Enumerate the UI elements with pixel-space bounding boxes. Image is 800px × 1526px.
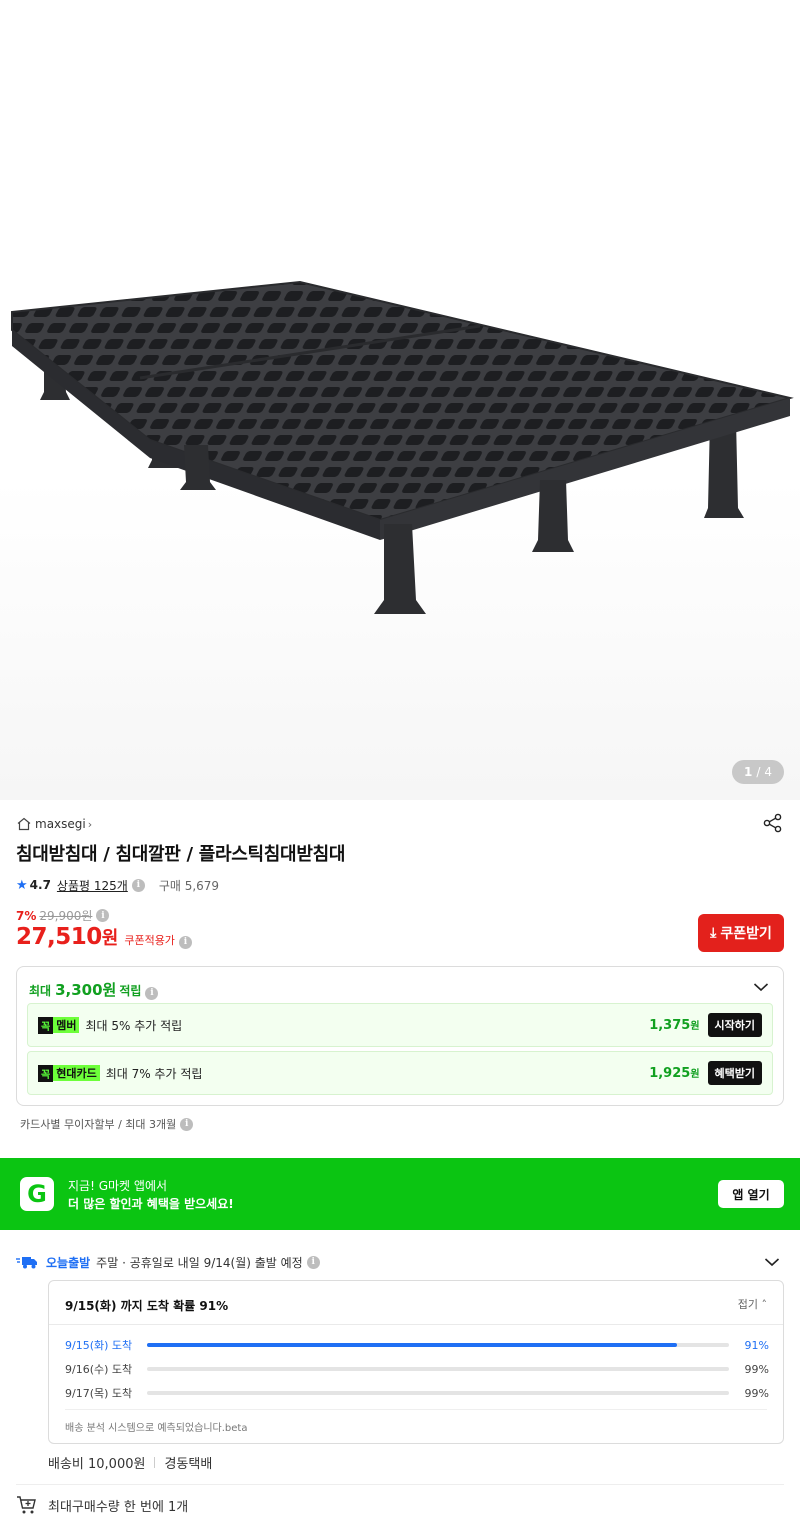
fold-button[interactable]: 접기 ˄ <box>738 1296 767 1312</box>
info-icon[interactable]: i <box>96 909 110 922</box>
reviews-link[interactable]: 상품평 125개 <box>57 877 128 894</box>
chevron-down-icon[interactable] <box>753 981 769 993</box>
points-value-number: 1,925 <box>649 1066 691 1081</box>
prediction-note: 배송 분석 시스템으로 예측되었습니다.beta <box>65 1423 248 1434</box>
arrival-date: 9/17(목) 도착 <box>65 1387 133 1400</box>
final-price: 27,510 <box>16 924 102 950</box>
final-price-unit: 원 <box>101 928 119 949</box>
shipping-fee: 배송비 10,000원 <box>48 1457 146 1472</box>
app-banner-line1: 지금! G마켓 앱에서 <box>68 1179 168 1193</box>
fold-label: 접기 <box>737 1298 758 1311</box>
star-icon: ★ <box>16 877 28 893</box>
info-icon[interactable]: i <box>178 935 192 949</box>
download-icon: ⤓ <box>710 925 717 941</box>
points-desc: 최대 7% 추가 적립 <box>105 1066 203 1081</box>
max-purchase-row: 최대구매수량 한 번에 1개 <box>16 1495 188 1515</box>
installment-info: 카드사별 무이자할부 / 최대 3개월 i <box>20 1116 194 1132</box>
arrival-date: 9/15(화) 도착 <box>65 1339 133 1352</box>
image-counter-separator: / <box>756 765 761 779</box>
app-banner-line2: 더 많은 할인과 혜택을 받으세요! <box>68 1197 234 1211</box>
bed-base-illustration <box>11 280 794 614</box>
divider <box>154 1457 156 1468</box>
image-counter: 1 / 4 <box>732 760 784 784</box>
get-benefit-button[interactable]: 혜택받기 <box>707 1061 762 1085</box>
points-prefix: 최대 <box>29 984 52 998</box>
coupon-price-label: 쿠폰적용가 <box>124 934 175 947</box>
points-value-number: 1,375 <box>649 1018 691 1033</box>
arrival-row: 9/16(수) 도착 99% <box>65 1361 769 1377</box>
cart-icon <box>17 1496 36 1514</box>
badge-prefix: 꼭 <box>38 1016 54 1034</box>
points-value-unit: 원 <box>690 1069 700 1080</box>
arrival-date: 9/16(수) 도착 <box>65 1363 133 1376</box>
arrival-row: 9/17(목) 도착 99% <box>65 1385 769 1401</box>
share-icon[interactable] <box>762 812 784 834</box>
info-icon[interactable]: i <box>145 986 159 1000</box>
shipping-carrier: 경동택배 <box>164 1457 213 1472</box>
arrival-percent: 91% <box>744 1338 769 1352</box>
arrival-row: 9/15(화) 도착 91% <box>65 1337 769 1353</box>
rating-row: ★ 4.7 상품평 125개 i 구매 5,679 <box>16 876 219 894</box>
delivery-header[interactable]: 오늘출발 주말 · 공휴일로 내일 9/14(월) 출발 예정 i <box>16 1252 784 1272</box>
arrival-probability-box: 9/15(화) 까지 도착 확률 91% 접기 ˄ 9/15(화) 도착 91%… <box>48 1280 784 1444</box>
ship-schedule: 주말 · 공휴일로 내일 9/14(월) 출발 예정 <box>96 1255 303 1270</box>
points-value: 1,375원 <box>649 1017 699 1033</box>
installment-text: 카드사별 무이자할부 / 최대 3개월 <box>20 1118 177 1131</box>
original-price: 29,900원 <box>39 909 93 923</box>
badge-label: 멤버 <box>53 1017 80 1033</box>
points-box: 최대 3,300원 적립 i 꼭 멤버 최대 5% 추가 적립 1,375원 시… <box>16 966 784 1106</box>
today-ship-tag: 오늘출발 <box>46 1255 91 1270</box>
arrival-probability-bar <box>147 1367 729 1371</box>
current-image-index: 1 <box>743 765 753 779</box>
points-amount: 3,300원 <box>55 981 117 999</box>
final-price-row: 27,510 원 쿠폰적용가 i <box>16 924 192 950</box>
store-name-link[interactable]: maxsegi <box>35 817 86 831</box>
divider <box>49 1324 783 1325</box>
total-images: 4 <box>764 765 773 779</box>
gmarket-logo: G <box>20 1177 54 1211</box>
points-suffix: 적립 <box>119 984 142 998</box>
product-image[interactable]: 1 / 4 <box>0 0 800 800</box>
home-icon <box>17 817 31 831</box>
badge-prefix: 꼭 <box>38 1064 54 1082</box>
chevron-right-icon: › <box>87 817 93 831</box>
max-purchase-text: 최대구매수량 한 번에 1개 <box>48 1499 189 1515</box>
shipping-fee-row: 배송비 10,000원 경동택배 <box>48 1453 212 1472</box>
points-header: 최대 3,300원 적립 i <box>29 979 159 1000</box>
info-icon[interactable]: i <box>131 878 145 892</box>
open-app-button[interactable]: 앱 열기 <box>718 1180 784 1208</box>
info-icon[interactable]: i <box>306 1255 320 1269</box>
arrival-percent: 99% <box>744 1362 769 1376</box>
point-badge: 꼭 현대카드 <box>38 1064 100 1082</box>
arrival-probability-title: 9/15(화) 까지 도착 확률 91% <box>65 1299 229 1313</box>
points-value-unit: 원 <box>690 1021 700 1032</box>
store-row: maxsegi › <box>16 812 784 834</box>
divider <box>65 1409 767 1410</box>
get-coupon-button[interactable]: ⤓ 쿠폰받기 <box>698 914 784 952</box>
get-coupon-label: 쿠폰받기 <box>720 926 772 942</box>
points-desc: 최대 5% 추가 적립 <box>85 1018 183 1033</box>
divider <box>16 1484 784 1485</box>
points-value: 1,925원 <box>649 1065 699 1081</box>
product-title: 침대받침대 / 침대깔판 / 플라스틱침대받침대 <box>16 844 346 865</box>
points-row-hyundai-card[interactable]: 꼭 현대카드 최대 7% 추가 적립 1,925원 혜택받기 <box>27 1051 773 1095</box>
original-price-row: 7% 29,900원 i <box>16 907 110 924</box>
start-membership-button[interactable]: 시작하기 <box>707 1013 762 1037</box>
arrival-probability-bar <box>147 1343 729 1347</box>
point-badge: 꼭 멤버 <box>38 1016 80 1034</box>
badge-label: 현대카드 <box>53 1065 100 1081</box>
purchase-count: 구매 5,679 <box>158 878 220 893</box>
arrival-percent: 99% <box>744 1386 769 1400</box>
info-icon[interactable]: i <box>180 1117 194 1131</box>
arrival-probability-fill <box>147 1343 677 1347</box>
discount-rate: 7% <box>16 908 37 923</box>
arrival-probability-bar <box>147 1391 729 1395</box>
chevron-up-icon: ˄ <box>761 1298 768 1311</box>
points-row-member[interactable]: 꼭 멤버 최대 5% 추가 적립 1,375원 시작하기 <box>27 1003 773 1047</box>
chevron-down-icon[interactable] <box>764 1256 780 1268</box>
fast-delivery-icon <box>16 1257 37 1269</box>
app-banner[interactable]: G 지금! G마켓 앱에서 더 많은 할인과 혜택을 받으세요! 앱 열기 <box>0 1158 800 1230</box>
rating-score: 4.7 <box>29 878 51 892</box>
